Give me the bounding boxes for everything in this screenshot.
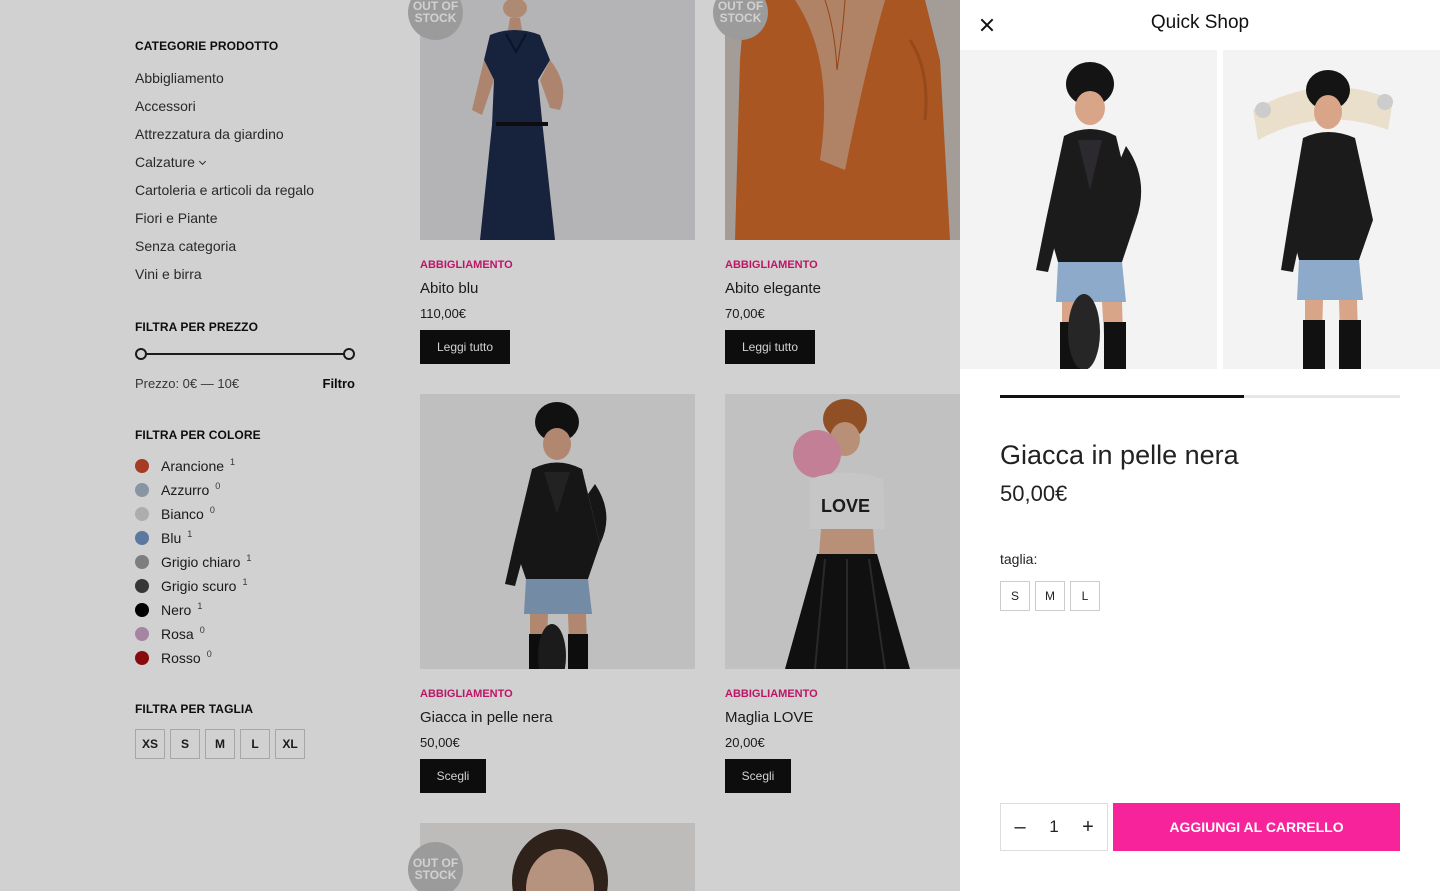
quantity-input[interactable] <box>1034 817 1074 837</box>
size-option-m[interactable]: M <box>1035 581 1065 611</box>
add-to-cart-button[interactable]: AGGIUNGI AL CARRELLO <box>1113 803 1400 851</box>
gallery-scrollbar[interactable] <box>1000 395 1400 398</box>
jacket-skateboard-photo <box>960 50 1217 369</box>
plus-icon[interactable]: + <box>1079 817 1097 837</box>
product-name: Giacca in pelle nera <box>1000 440 1239 470</box>
quick-shop-title: Quick Shop <box>1150 12 1250 33</box>
product-price: 50,00€ <box>1000 481 1068 506</box>
skateboard-shoulder-photo <box>1223 50 1440 369</box>
quantity-stepper: – + <box>1000 803 1108 851</box>
gallery-image-2[interactable] <box>1223 50 1440 369</box>
minus-icon[interactable]: – <box>1011 817 1029 837</box>
gallery-image-1[interactable] <box>960 50 1217 369</box>
gallery-scrollbar-thumb[interactable] <box>1000 395 1244 398</box>
size-options: S M L <box>1000 581 1100 611</box>
product-gallery <box>960 50 1440 369</box>
modal-backdrop[interactable] <box>0 0 960 891</box>
size-label: taglia: <box>1000 551 1038 567</box>
quick-shop-panel: Quick Shop Giacca in pelle nera 50,00€ t… <box>960 0 1440 891</box>
size-option-s[interactable]: S <box>1000 581 1030 611</box>
size-option-l[interactable]: L <box>1070 581 1100 611</box>
